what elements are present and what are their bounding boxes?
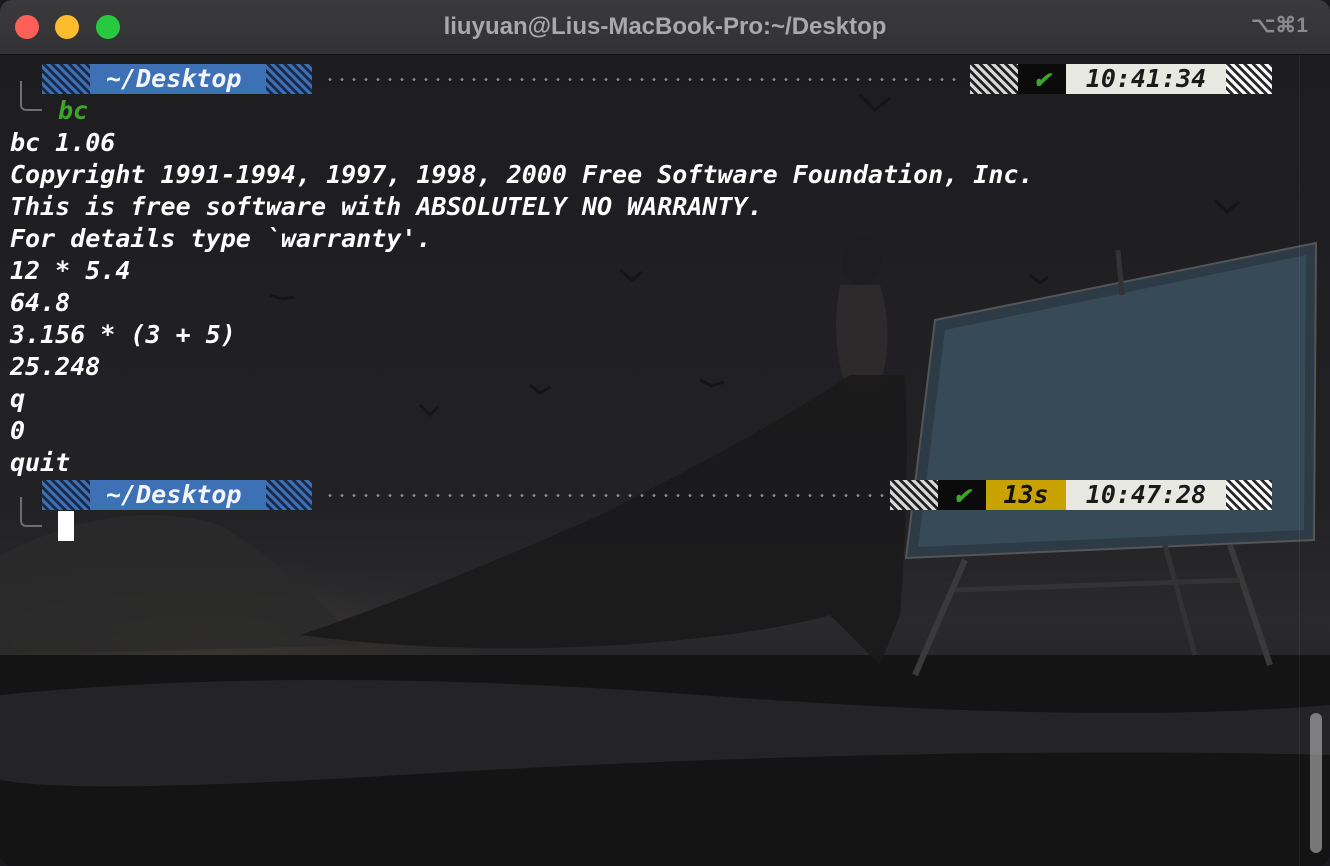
terminal-content[interactable]: ~/Desktop ✔ 10:41:34 bc bc 1.06 Copyrigh… — [0, 55, 1330, 866]
output-line: 3.156 * (3 + 5) — [10, 320, 236, 349]
prompt-left-cap — [42, 64, 90, 94]
prompt-time: 10:41:34 — [1066, 64, 1226, 94]
text-cursor — [58, 511, 74, 541]
terminal-window: liuyuan@Lius-MacBook-Pro:~/Desktop ⌥⌘1 ~… — [0, 0, 1330, 866]
prompt-time: 10:47:28 — [1066, 480, 1226, 510]
output-line: Copyright 1991-1994, 1997, 1998, 2000 Fr… — [10, 160, 1034, 189]
prompt-bar: ~/Desktop ✔ 13s 10:47:28 — [42, 480, 1274, 510]
prompt-dir-cap — [266, 480, 312, 510]
output-line: 0 — [10, 416, 26, 445]
prompt-right-fade — [890, 480, 938, 510]
title-bar[interactable]: liuyuan@Lius-MacBook-Pro:~/Desktop ⌥⌘1 — [0, 0, 1330, 55]
output-line: bc 1.06 — [10, 128, 116, 157]
prompt-right-cap — [1226, 64, 1272, 94]
prompt-dir-cap — [266, 64, 312, 94]
entered-command: bc — [58, 96, 89, 125]
prompt-directory: ~/Desktop — [90, 480, 266, 510]
output-line: This is free software with ABSOLUTELY NO… — [10, 192, 763, 221]
prompt-corner-glyph — [20, 81, 42, 111]
output-line: 12 * 5.4 — [10, 256, 131, 285]
prompt-filler-dots — [324, 494, 884, 497]
prompt-duration: 13s — [986, 480, 1066, 510]
prompt-corner-glyph — [20, 497, 42, 527]
output-line: quit — [10, 448, 71, 477]
output-line: q — [10, 384, 26, 413]
prompt-filler-dots — [324, 78, 964, 81]
prompt-left-cap — [42, 480, 90, 510]
status-ok-icon: ✔ — [1018, 64, 1066, 94]
window-shortcut-label: ⌥⌘1 — [1251, 14, 1308, 37]
status-ok-icon: ✔ — [938, 480, 986, 510]
window-title: liuyuan@Lius-MacBook-Pro:~/Desktop — [443, 13, 887, 40]
prompt-directory: ~/Desktop — [90, 64, 266, 94]
output-line: 64.8 — [10, 288, 71, 317]
prompt-bar: ~/Desktop ✔ 10:41:34 — [42, 64, 1274, 94]
output-line: For details type `warranty'. — [10, 224, 432, 253]
prompt-right-cap — [1226, 480, 1272, 510]
output-line: 25.248 — [10, 352, 101, 381]
prompt-right-fade — [970, 64, 1018, 94]
